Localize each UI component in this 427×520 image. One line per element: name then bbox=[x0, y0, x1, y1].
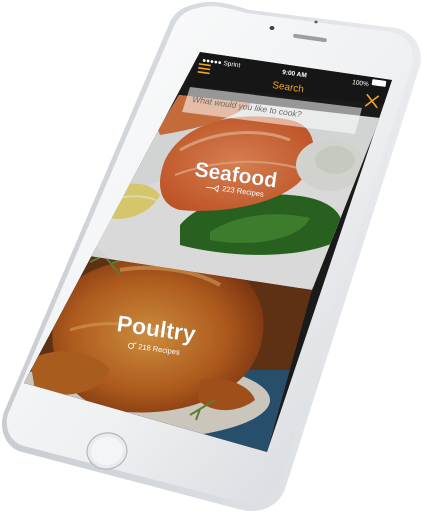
front-camera bbox=[269, 26, 275, 30]
phone-mockup: ●●●●● Sprint 9:00 AM 100% Search What wo… bbox=[0, 0, 427, 515]
hamburger-menu-icon[interactable] bbox=[197, 63, 211, 75]
proximity-sensor bbox=[314, 20, 318, 24]
